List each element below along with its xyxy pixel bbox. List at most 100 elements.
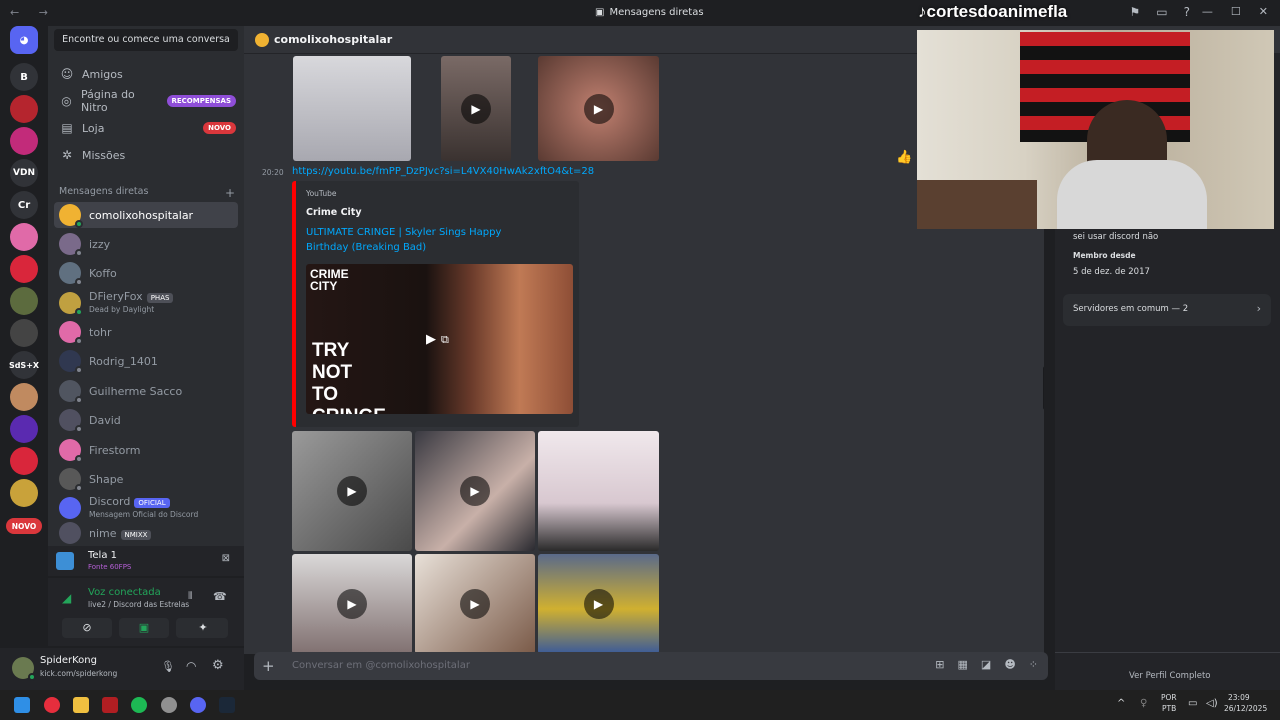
gift-icon[interactable]: ⊞	[935, 658, 944, 671]
play-icon[interactable]: ▶	[426, 332, 436, 347]
guild-icon-5[interactable]: Cr	[10, 191, 38, 219]
video-attachment[interactable]: ▶	[415, 431, 535, 551]
guild-icon-12[interactable]	[10, 415, 38, 443]
pin-icon[interactable]: ⚑	[1130, 5, 1141, 19]
guild-icon-13[interactable]	[10, 447, 38, 475]
close-button[interactable]: ✕	[1259, 5, 1268, 18]
obs-icon[interactable]	[161, 697, 177, 713]
camera-button[interactable]: ⊘	[62, 618, 112, 638]
keyboard-layout[interactable]: PTB	[1162, 704, 1176, 713]
video-attachment[interactable]: ▶	[415, 554, 535, 654]
windows-start-icon[interactable]	[14, 697, 30, 713]
minimize-button[interactable]: —	[1202, 5, 1213, 18]
discord-taskbar-icon[interactable]	[190, 697, 206, 713]
soundboard-icon: ✦	[198, 621, 208, 634]
file-explorer-icon[interactable]	[73, 697, 89, 713]
mic-tray-icon[interactable]: ♀	[1140, 698, 1147, 709]
sticker-icon[interactable]: ◪	[981, 658, 991, 671]
external-link-icon[interactable]: ⧉	[441, 333, 449, 347]
dm-item[interactable]: Firestorm	[54, 437, 238, 463]
video-attachment[interactable]: ▶	[292, 554, 412, 654]
video-attachment[interactable]: ▶	[441, 56, 511, 161]
guild-icon-14[interactable]	[10, 479, 38, 507]
mutual-servers-row[interactable]: Servidores em comum — 2 ›	[1063, 294, 1271, 326]
embed-video-thumbnail[interactable]: CRIME CITY TRY NOT TO CRINGE ▶ ⧉	[306, 264, 573, 414]
message-input-bar: + Conversar em @comolixohospitalar ⊞ ▦ ◪…	[254, 652, 1048, 680]
dm-item[interactable]: comolixohospitalar	[54, 202, 238, 228]
reaction-thumbs-up-icon[interactable]: 👍	[896, 150, 912, 165]
guild-icon-1[interactable]: B	[10, 63, 38, 91]
guild-icon-7[interactable]	[10, 255, 38, 283]
clock-time[interactable]: 23:09	[1228, 693, 1250, 702]
gif-icon[interactable]: ▦	[958, 658, 968, 671]
app-icon[interactable]	[102, 697, 118, 713]
guild-icon-10[interactable]: SdS+X	[9, 351, 39, 379]
guild-icon-6[interactable]	[10, 223, 38, 251]
maximize-button[interactable]: ☐	[1231, 5, 1241, 18]
message-link[interactable]: https://youtu.be/fmPP_DzPJvc?si=L4VX40Hw…	[292, 166, 594, 177]
dm-item[interactable]: Rodrig_1401	[54, 348, 238, 374]
search-input[interactable]: Encontre ou comece uma conversa	[54, 29, 238, 51]
embed-title[interactable]: ULTIMATE CRINGE | Skyler Sings Happy Bir…	[306, 225, 546, 255]
video-attachment[interactable]: ▶	[292, 431, 412, 551]
guild-icon-8[interactable]	[10, 287, 38, 315]
dm-item[interactable]: DFieryFox PHAS Dead by Daylight	[54, 290, 238, 316]
help-icon[interactable]: ?	[1184, 5, 1190, 19]
nav-shop[interactable]: ▤ Loja NOVO	[60, 118, 236, 138]
screen-share-button[interactable]: ▣	[119, 618, 169, 638]
network-icon[interactable]: ▭	[1188, 698, 1197, 709]
member-since-date: 5 de dez. de 2017	[1073, 267, 1150, 277]
dm-item[interactable]: izzy	[54, 231, 238, 257]
tray-chevron-icon[interactable]: ^	[1117, 698, 1125, 709]
noise-suppression-icon[interactable]: ⦀	[188, 591, 192, 602]
mic-icon[interactable]: 🎙	[161, 660, 175, 673]
user-avatar[interactable]	[12, 657, 36, 681]
guild-icon-4[interactable]: VDN	[10, 159, 38, 187]
video-attachment[interactable]: ▶	[538, 56, 659, 161]
add-attachment-icon[interactable]: +	[262, 657, 275, 675]
guild-icon-9[interactable]	[10, 319, 38, 347]
dm-item[interactable]: Koffo	[54, 260, 238, 286]
video-attachment[interactable]	[538, 431, 659, 551]
video-attachment[interactable]: ▶	[538, 554, 659, 654]
apps-icon[interactable]: ⁘	[1029, 658, 1038, 671]
inbox-tray-icon[interactable]: ▭	[1156, 5, 1167, 19]
dm-item[interactable]: Guilherme Sacco	[54, 378, 238, 404]
dm-item[interactable]: tohr	[54, 319, 238, 345]
disconnect-icon[interactable]: ☎	[213, 590, 227, 603]
dm-item[interactable]: nime NMIXX	[54, 522, 238, 544]
headset-icon[interactable]: ◠	[186, 659, 196, 673]
screen-share-icon: ▣	[138, 621, 150, 634]
volume-icon[interactable]: ◁)	[1206, 698, 1218, 709]
language-code[interactable]: POR	[1161, 693, 1177, 702]
opera-icon[interactable]	[44, 697, 60, 713]
dm-item[interactable]: Shape	[54, 466, 238, 492]
emoji-icon[interactable]: ☻	[1004, 658, 1015, 671]
view-full-profile-link[interactable]: Ver Perfil Completo	[1129, 671, 1210, 681]
guild-icon-2[interactable]	[10, 95, 38, 123]
steam-icon[interactable]	[219, 697, 235, 713]
scrollbar-thumb[interactable]	[1043, 366, 1044, 410]
image-attachment[interactable]	[293, 56, 411, 161]
add-dm-icon[interactable]: +	[225, 186, 235, 200]
clock-date[interactable]: 26/12/2025	[1224, 704, 1267, 713]
nav-friends[interactable]: ☺ Amigos	[60, 64, 236, 84]
embed-author[interactable]: Crime City	[306, 207, 362, 218]
settings-gear-icon[interactable]: ⚙	[212, 658, 224, 673]
soundboard-button[interactable]: ✦	[178, 618, 228, 638]
guild-icon-0[interactable]: ◕	[10, 26, 38, 54]
stop-stream-icon[interactable]: ⊠	[222, 553, 230, 564]
voice-channel[interactable]: live2 / Discord das Estrelas	[88, 600, 189, 609]
friends-icon: ☺	[60, 67, 74, 81]
spotify-icon[interactable]	[131, 697, 147, 713]
dm-item[interactable]: Discord OFICIAL Mensagem Oficial do Disco…	[54, 495, 238, 521]
dm-name: tohr	[89, 325, 112, 339]
guild-icon-11[interactable]	[10, 383, 38, 411]
new-badge[interactable]: NOVO	[6, 518, 42, 534]
message-input[interactable]: Conversar em @comolixohospitalar	[292, 660, 470, 671]
nav-arrows[interactable]: ← →	[10, 6, 56, 19]
dm-item[interactable]: David	[54, 407, 238, 433]
nav-quests[interactable]: ✲ Missões	[60, 145, 236, 165]
guild-icon-3[interactable]	[10, 127, 38, 155]
nav-nitro[interactable]: ◎ Página do Nitro RECOMPENSAS	[60, 88, 236, 114]
